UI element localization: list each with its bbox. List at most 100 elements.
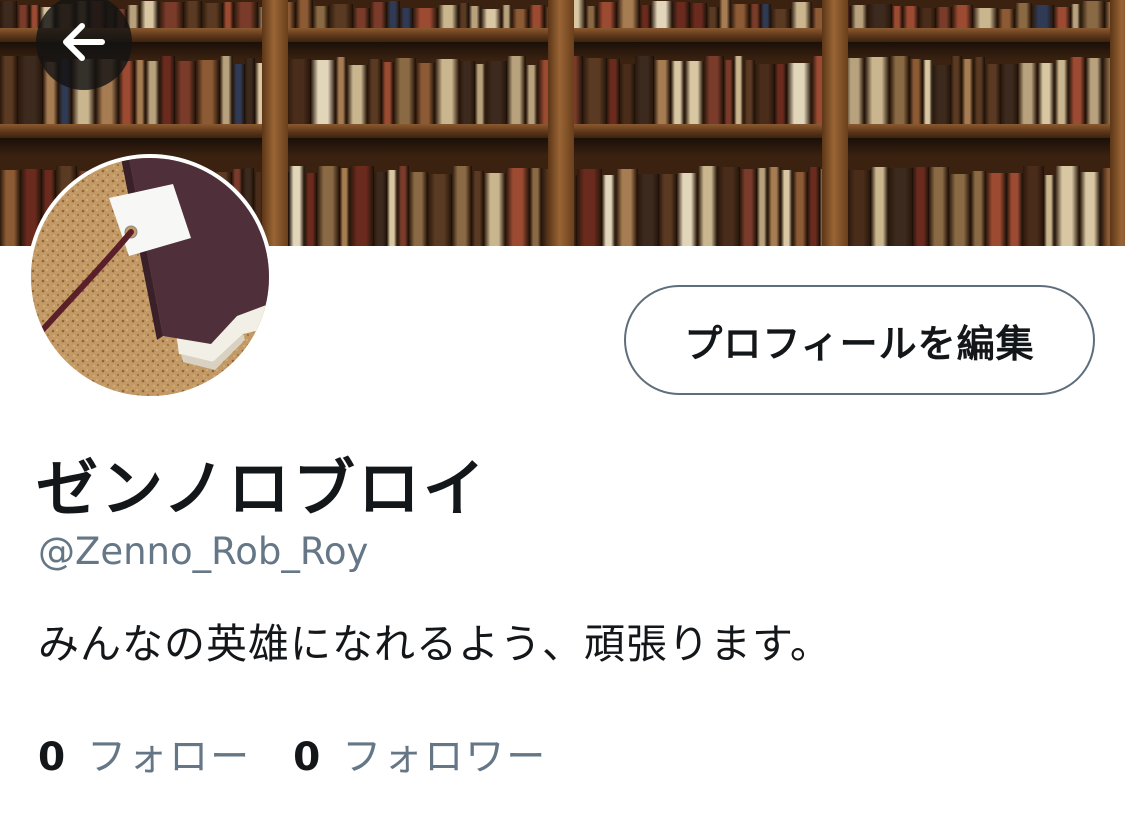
book-on-cork-avatar-image (31, 158, 269, 396)
book-spine (1018, 63, 1038, 133)
book-spine (0, 1, 17, 31)
user-handle: @Zenno_Rob_Roy (38, 530, 369, 573)
book-spine (507, 56, 526, 126)
book-spine (974, 57, 985, 127)
book-spine (435, 59, 460, 129)
book-spine (744, 60, 755, 130)
book-spine (718, 167, 740, 246)
book-spine (135, 60, 146, 130)
book-spine (349, 166, 375, 246)
profile-bio: みんなの英雄になれるよう、頑張ります。 (38, 620, 832, 668)
book-spine (387, 170, 399, 246)
book-spine (871, 167, 889, 246)
followers-stat[interactable]: 0 フォロワー (293, 726, 547, 782)
book-spine (923, 60, 933, 130)
book-spine (146, 61, 160, 131)
book-spine (658, 174, 677, 246)
book-spine (1038, 63, 1055, 133)
book-spine (848, 170, 872, 246)
book-spine (398, 166, 409, 246)
book-spine (416, 63, 435, 133)
book-spine (1055, 60, 1069, 130)
book-spine (929, 167, 950, 246)
book-spine (888, 168, 913, 246)
book-spine (787, 63, 812, 133)
book-spine (483, 173, 506, 246)
book-spine (1007, 173, 1024, 246)
book-spine (530, 168, 543, 246)
book-spine (1054, 166, 1080, 246)
book-spine (676, 173, 699, 246)
display-name: ゼンノロブロイ (36, 452, 488, 525)
book-spine (505, 168, 531, 246)
book-spine (719, 0, 732, 30)
book-spine (175, 61, 196, 131)
book-spine (1086, 58, 1103, 128)
followers-label: フォロワー (342, 735, 548, 780)
book-spine (685, 61, 704, 131)
book-spine (160, 56, 175, 126)
book-spine (311, 60, 336, 130)
book-spine (289, 166, 306, 246)
book-spine (910, 59, 923, 129)
book-spine (336, 57, 347, 127)
book-spine (460, 61, 475, 131)
book-spine (807, 167, 820, 246)
book-spine (18, 56, 43, 126)
book-spine (196, 60, 220, 130)
book-spine (220, 56, 233, 126)
book-spine (1079, 172, 1102, 246)
book-spine (949, 174, 971, 246)
book-spine (386, 1, 400, 31)
follow-stats: 0 フォロー 0 フォロワー (38, 726, 547, 782)
book-spine (635, 56, 654, 126)
edit-profile-button[interactable]: プロフィールを編集 (624, 285, 1095, 395)
book-spine (1080, 1, 1106, 31)
book-spine (317, 166, 340, 246)
book-spine (724, 60, 734, 130)
book-spine (576, 169, 602, 246)
book-spine (1069, 57, 1086, 127)
book-spine (793, 172, 808, 246)
book-spine (912, 167, 930, 246)
book-spine (617, 0, 640, 30)
book-spine (0, 56, 18, 126)
book-spine (296, 0, 313, 30)
following-count: 0 (38, 735, 66, 780)
avatar[interactable] (27, 154, 273, 400)
book-spine (671, 61, 685, 131)
book-spine (650, 1, 674, 31)
book-spine (768, 167, 782, 246)
book-spine (583, 58, 607, 128)
book-spine (756, 168, 769, 246)
arrow-left-icon (63, 23, 105, 61)
following-stat[interactable]: 0 フォロー (38, 726, 251, 782)
book-spine (427, 174, 453, 246)
book-spine (654, 60, 671, 130)
book-spine (781, 170, 794, 246)
book-spine (607, 59, 620, 129)
book-spine (951, 56, 962, 126)
book-spine (890, 56, 910, 126)
book-spine (452, 166, 473, 246)
book-spine (472, 171, 484, 246)
book-spine (394, 58, 416, 128)
book-spine (486, 61, 507, 131)
book-spine (368, 59, 382, 129)
book-spine (845, 58, 865, 128)
book-spine (601, 175, 617, 246)
book-spine (139, 1, 160, 31)
book-spine (704, 56, 724, 126)
book-spine (962, 59, 974, 129)
book-spine (408, 172, 428, 246)
book-spine (616, 169, 639, 246)
book-spine (739, 169, 757, 246)
book-spine (734, 56, 744, 126)
book-spine (1043, 175, 1055, 246)
book-spine (287, 59, 311, 129)
book-spine (374, 172, 388, 246)
book-spine (698, 166, 719, 246)
book-spine (0, 170, 21, 246)
book-spine (339, 168, 350, 246)
book-spine (382, 62, 394, 132)
